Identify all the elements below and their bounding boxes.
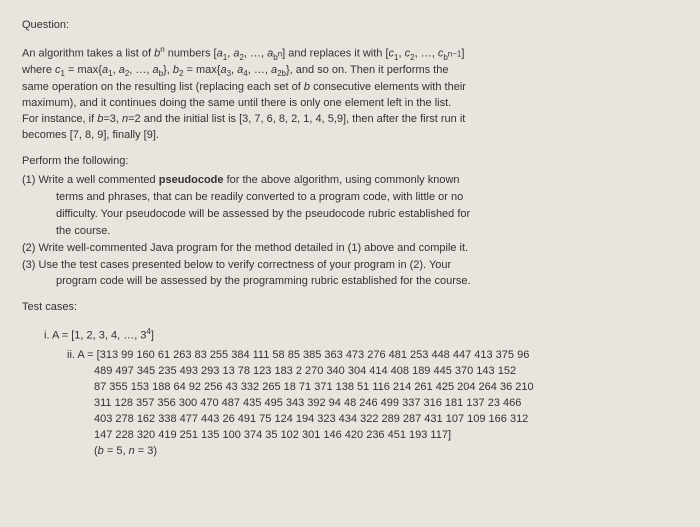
intro-line-2: where c1 = max{a1, a2, …, ab}, b2 = max{… — [22, 63, 678, 80]
text: = max{ — [183, 64, 220, 76]
text: }, — [163, 64, 173, 76]
sub-1: 1 — [223, 53, 227, 62]
text: for the above algorithm, using commonly … — [224, 174, 460, 186]
tc-ii-line1: ii. A = [313 99 160 61 263 83 255 384 11… — [44, 348, 678, 364]
perform-heading: Perform the following: — [22, 154, 678, 170]
task-list: (1) Write a well commented pseudocode fo… — [22, 173, 678, 291]
text: (1) Write a well commented — [22, 174, 159, 186]
task-3-line2: program code will be assessed by the pro… — [22, 274, 678, 290]
intro-line-6: becomes [7, 8, 9], finally [9]. — [22, 128, 678, 144]
dots: , …, — [244, 48, 267, 60]
test-case-list: i. A = [1, 2, 3, 4, …, 34] ii. A = [313 … — [22, 326, 678, 459]
question-heading: Question: — [22, 18, 678, 34]
text: An algorithm takes a list of — [22, 48, 154, 60]
tc-ii-line5: 403 278 162 338 477 443 26 491 75 124 19… — [44, 412, 678, 428]
intro-line-4: maximum), and it continues doing the sam… — [22, 96, 678, 112]
text: consecutive elements with their — [310, 81, 466, 93]
test-cases-heading: Test cases: — [22, 300, 678, 316]
tc-ii-line2: 489 497 345 235 493 293 13 78 123 183 2 … — [44, 364, 678, 380]
sub-bn: bn — [273, 53, 282, 62]
text: ] — [151, 330, 154, 342]
intro-line-1: An algorithm takes a list of bn numbers … — [22, 44, 678, 63]
text: i. A = [1, 2, 3, 4, …, 3 — [44, 330, 146, 342]
test-case-ii: ii. A = [313 99 160 61 263 83 255 384 11… — [44, 348, 678, 460]
intro-line-5: For instance, if b=3, n=2 and the initia… — [22, 112, 678, 128]
sub-bn1: bn−1 — [443, 53, 461, 62]
intro-line-3: same operation on the resulting list (re… — [22, 80, 678, 96]
dots: , …, — [248, 64, 271, 76]
tc-ii-line6: 147 228 320 419 251 135 100 374 35 102 3… — [44, 428, 678, 444]
text: ] and replaces it with [ — [282, 48, 388, 60]
text: ] — [461, 48, 464, 60]
sub-1: 1 — [394, 53, 398, 62]
var-n: n — [129, 445, 135, 457]
task-3: (3) Use the test cases presented below t… — [22, 258, 678, 274]
tc-ii-line3: 87 355 153 188 64 92 256 43 332 265 18 7… — [44, 380, 678, 396]
test-case-i: i. A = [1, 2, 3, 4, …, 34] — [44, 326, 678, 345]
text: }, and so on. Then it performs the — [286, 64, 448, 76]
task-1-line3: difficulty. Your pseudocode will be asse… — [22, 207, 678, 223]
text: = max{ — [65, 64, 102, 76]
text: =3, — [103, 113, 122, 125]
task-1: (1) Write a well commented pseudocode fo… — [22, 173, 678, 189]
intro-paragraph: An algorithm takes a list of bn numbers … — [22, 44, 678, 144]
text: =2 and the initial list is [3, 7, 6, 8, … — [128, 113, 465, 125]
text: where — [22, 64, 55, 76]
text: numbers [ — [165, 48, 217, 60]
tc-ii-line4: 311 128 357 356 300 470 487 435 495 343 … — [44, 396, 678, 412]
sub-2b: 2b — [277, 70, 286, 79]
bold-pseudocode: pseudocode — [159, 174, 224, 186]
sub-3: 3 — [227, 70, 231, 79]
task-2: (2) Write well-commented Java program fo… — [22, 241, 678, 257]
task-1-line2: terms and phrases, that can be readily c… — [22, 190, 678, 206]
var-b: b — [98, 445, 104, 457]
dots: , …, — [129, 64, 152, 76]
text: same operation on the resulting list (re… — [22, 81, 304, 93]
tc-ii-bn: (b = 5, n = 3) — [44, 444, 678, 460]
sub-1: 1 — [108, 70, 112, 79]
task-1-line4: the course. — [22, 224, 678, 240]
text: For instance, if — [22, 113, 97, 125]
dots: , …, — [415, 48, 438, 60]
